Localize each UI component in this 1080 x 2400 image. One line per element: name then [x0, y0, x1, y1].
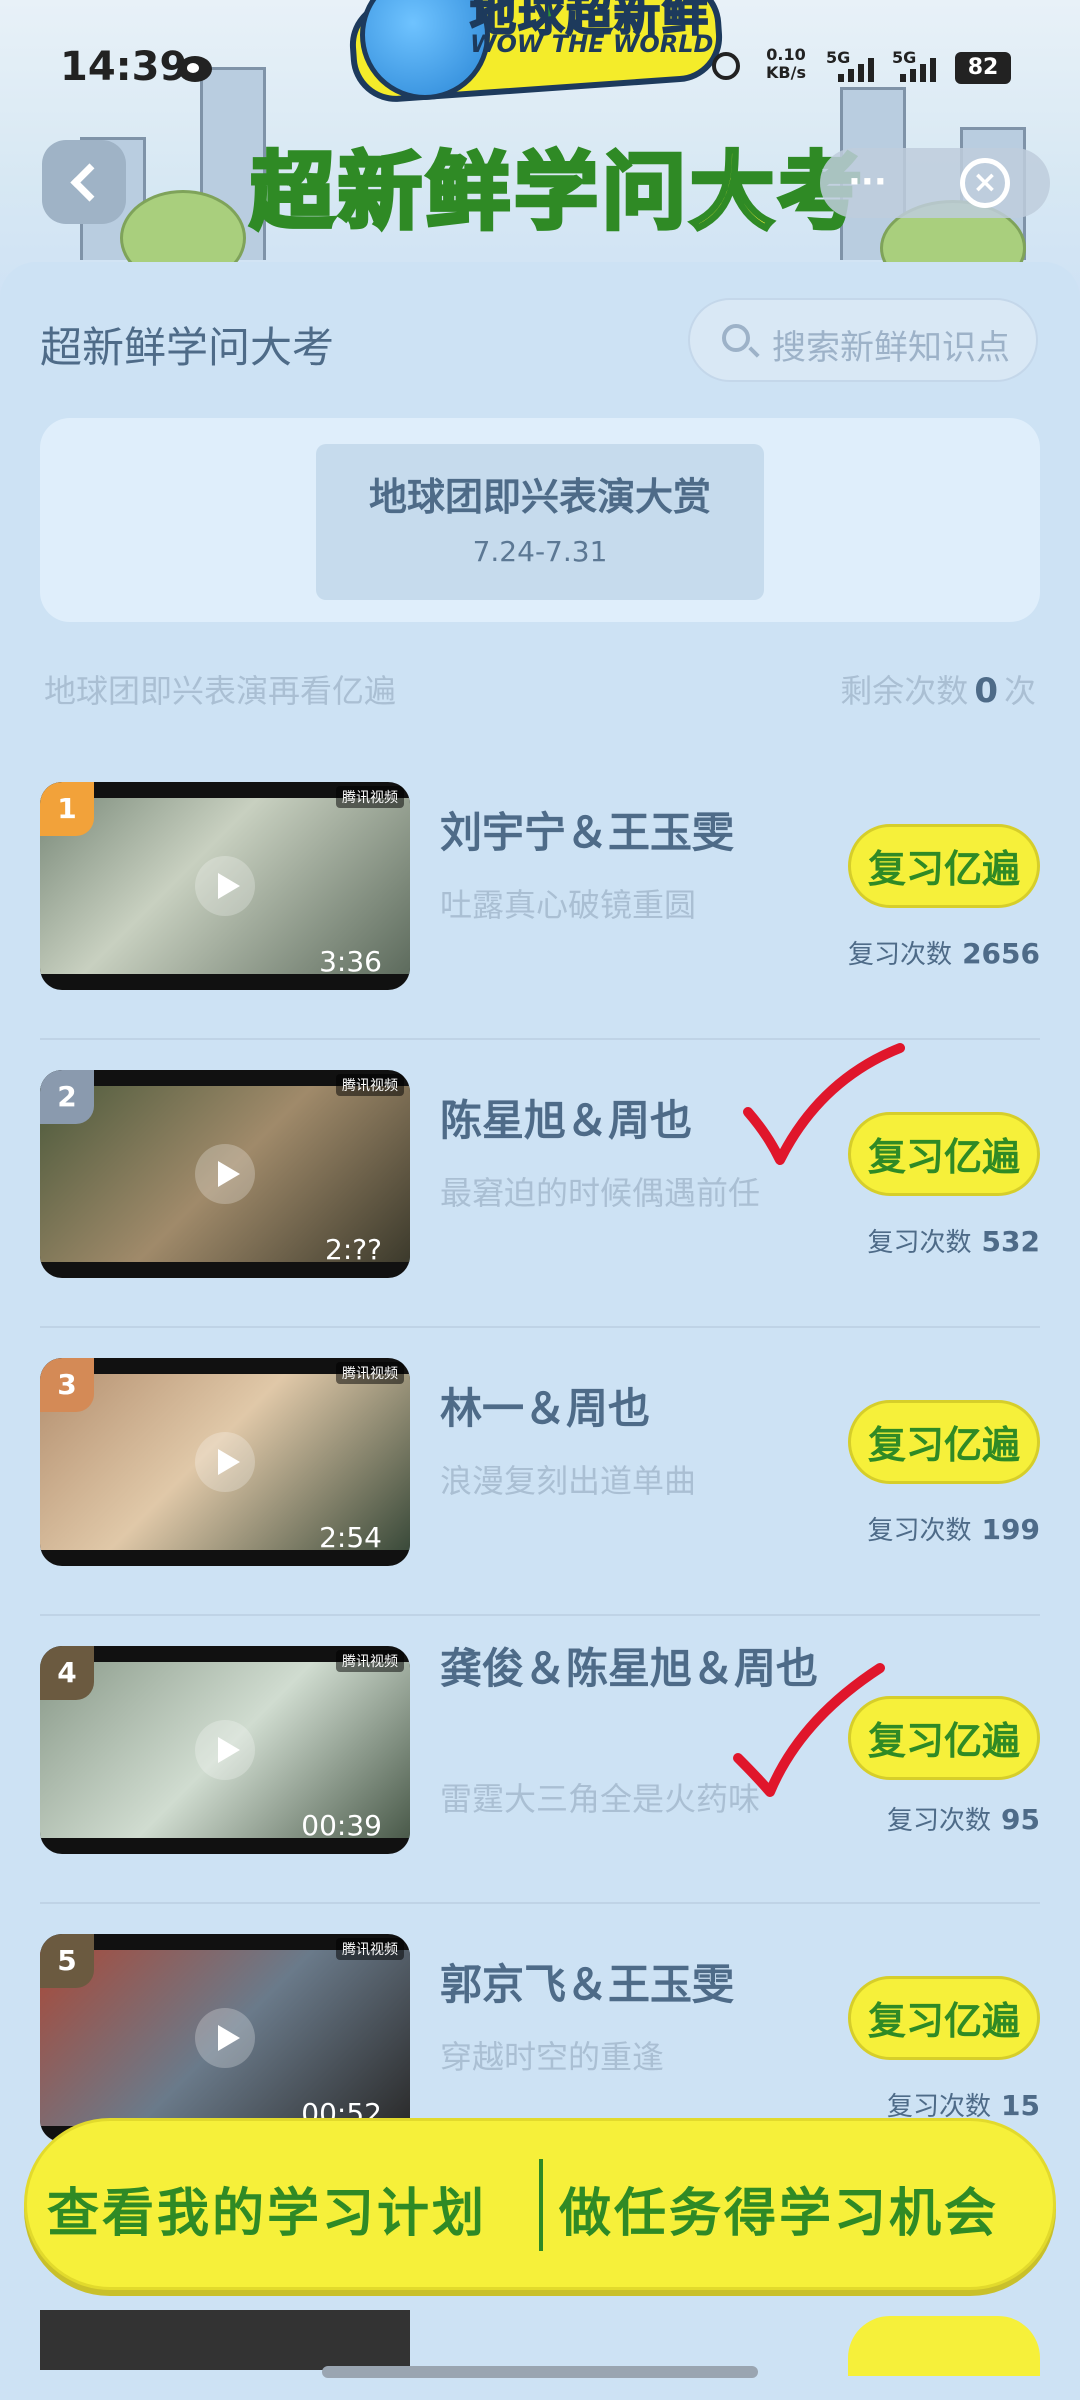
- list-item: 3 腾讯视频 2:54 林一＆周也浪漫复刻出道单曲 复习亿遍复习次数 199: [40, 1328, 1040, 1616]
- alarm-icon: [712, 52, 740, 80]
- item-title: 刘宇宁＆王玉雯: [440, 808, 735, 857]
- tencent-video-tag: 腾讯视频: [336, 1362, 404, 1384]
- next-item-button-peek: [848, 2316, 1040, 2376]
- review-count-value: 95: [1001, 1803, 1040, 1836]
- play-icon[interactable]: [195, 1144, 255, 1204]
- bottom-cta: 查看我的学习计划 做任务得学习机会: [24, 2118, 1056, 2290]
- next-item-thumbnail-peek: [40, 2310, 410, 2370]
- header-banner: 地球超新鲜 WOW THE WORLD 14:39 0.10 KB/s 5G 5…: [0, 0, 1080, 300]
- item-description: 最窘迫的时候偶遇前任: [440, 1174, 761, 1212]
- my-study-plan-button[interactable]: 查看我的学习计划: [47, 2171, 487, 2246]
- review-count: 复习次数 2656: [848, 934, 1040, 971]
- search-input[interactable]: 搜索新鲜知识点: [688, 298, 1038, 382]
- remaining-label: 剩余次数: [840, 672, 969, 710]
- review-button[interactable]: 复习亿遍: [848, 1976, 1040, 2060]
- video-thumbnail[interactable]: 2 腾讯视频 2:??: [40, 1070, 410, 1278]
- review-button[interactable]: 复习亿遍: [848, 1400, 1040, 1484]
- banner-title: 超新鲜学问大考: [248, 141, 867, 243]
- search-icon: [722, 324, 750, 352]
- rank-badge: 3: [40, 1358, 94, 1412]
- review-count: 复习次数 95: [887, 1800, 1040, 1837]
- rank-badge: 1: [40, 782, 94, 836]
- network-speed: 0.10 KB/s: [766, 46, 806, 82]
- chevron-left-icon: [69, 162, 109, 202]
- video-duration: 2:54: [319, 1521, 382, 1554]
- tencent-video-tag: 腾讯视频: [336, 1074, 404, 1096]
- tencent-video-tag: 腾讯视频: [336, 786, 404, 808]
- back-button[interactable]: [42, 140, 126, 224]
- review-count-value: 199: [981, 1513, 1040, 1546]
- event-tabs: 地球团即兴表演大赏 7.24-7.31: [40, 418, 1040, 622]
- event-tab-active[interactable]: 地球团即兴表演大赏 7.24-7.31: [316, 444, 764, 600]
- weibo-icon: [178, 56, 212, 82]
- review-count-value: 15: [1001, 2089, 1040, 2122]
- remaining-suffix: 次: [1003, 672, 1036, 710]
- item-title: 郭京飞＆王玉雯: [440, 1960, 735, 2009]
- home-indicator: [322, 2366, 758, 2378]
- remaining-value: 0: [974, 671, 998, 711]
- review-count-label: 复习次数: [867, 1228, 972, 1258]
- item-description: 雷霆大三角全是火药味: [440, 1780, 761, 1818]
- search-placeholder: 搜索新鲜知识点: [772, 328, 1010, 368]
- network-speed-value: 0.10: [766, 45, 806, 64]
- tencent-video-tag: 腾讯视频: [336, 1650, 404, 1672]
- review-count-value: 532: [981, 1225, 1040, 1258]
- battery-indicator: 82: [955, 52, 1011, 84]
- event-date: 7.24-7.31: [472, 535, 608, 568]
- video-thumbnail[interactable]: 3 腾讯视频 2:54: [40, 1358, 410, 1566]
- rank-badge: 5: [40, 1934, 94, 1988]
- event-name: 地球团即兴表演大赏: [368, 475, 711, 519]
- list-item: 4 腾讯视频 00:39 龚俊＆陈星旭＆周也 雷霆大三角全是火药味 复习亿遍 复习次数 95: [40, 1616, 1040, 1904]
- signal-bars-icon: [838, 58, 874, 82]
- video-thumbnail[interactable]: 1 腾讯视频 3:36: [40, 782, 410, 990]
- review-count: 复习次数 199: [868, 1510, 1040, 1547]
- list-item: 1 腾讯视频 3:36 刘宇宁＆王玉雯吐露真心破镜重圆 复习亿遍复习次数 2656: [40, 752, 1040, 1040]
- item-description: 吐露真心破镜重圆: [440, 886, 697, 924]
- item-title: 林一＆周也: [440, 1384, 651, 1433]
- review-button[interactable]: 复习亿遍: [848, 824, 1040, 908]
- play-icon[interactable]: [195, 1432, 255, 1492]
- cta-divider: [539, 2159, 543, 2251]
- video-duration: 00:39: [301, 1809, 382, 1842]
- signal-bars-icon: [900, 58, 936, 82]
- status-bar: 14:39 0.10 KB/s 5G 5G 82: [0, 38, 1080, 98]
- play-icon[interactable]: [195, 2008, 255, 2068]
- remaining-count: 剩余次数 0 次: [840, 666, 1036, 712]
- earn-chances-button[interactable]: 做任务得学习机会: [559, 2171, 999, 2246]
- item-description: 浪漫复刻出道单曲: [440, 1462, 697, 1500]
- list-heading: 地球团即兴表演再看亿遍: [44, 672, 397, 710]
- review-count-label: 复习次数: [887, 1806, 992, 1836]
- review-count-value: 2656: [962, 937, 1040, 970]
- status-time: 14:39: [60, 44, 188, 90]
- play-icon[interactable]: [195, 856, 255, 916]
- red-checkmark-icon: [743, 1043, 905, 1165]
- play-icon[interactable]: [195, 1720, 255, 1780]
- tencent-video-tag: 腾讯视频: [336, 1938, 404, 1960]
- network-speed-unit: KB/s: [766, 63, 806, 82]
- rank-badge: 4: [40, 1646, 94, 1700]
- review-count: 复习次数 532: [868, 1222, 1040, 1259]
- section-title: 超新鲜学问大考: [40, 323, 335, 372]
- video-thumbnail[interactable]: 4 腾讯视频 00:39: [40, 1646, 410, 1854]
- video-thumbnail[interactable]: 5 腾讯视频 00:52: [40, 1934, 410, 2142]
- more-button[interactable]: ···: [848, 162, 887, 202]
- item-description: 穿越时空的重逢: [440, 2038, 665, 2076]
- red-checkmark-icon: [733, 1663, 885, 1797]
- video-duration: 3:36: [319, 945, 382, 978]
- review-count-label: 复习次数: [848, 940, 953, 970]
- review-count-label: 复习次数: [867, 1516, 972, 1546]
- close-button[interactable]: ×: [960, 158, 1010, 208]
- capsule-menu: ··· ×: [820, 148, 1050, 218]
- video-duration: 2:??: [325, 1233, 382, 1266]
- rank-badge: 2: [40, 1070, 94, 1124]
